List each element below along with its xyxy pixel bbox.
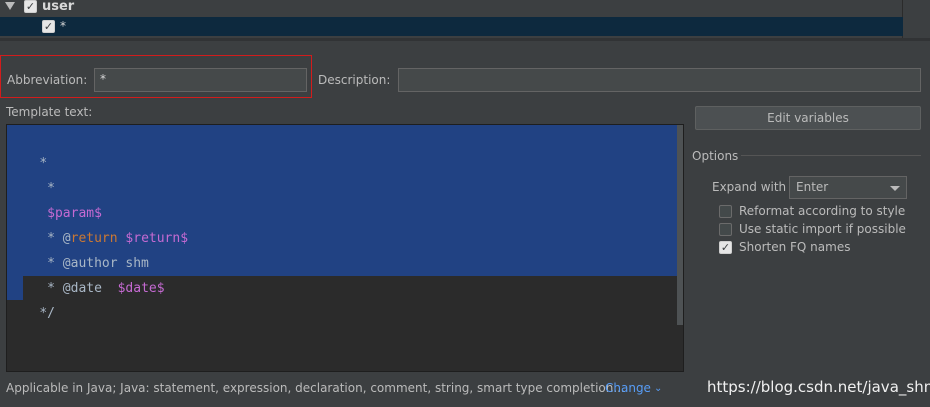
watermark: https://blog.csdn.net/java_shm (707, 378, 930, 396)
highlight-box (0, 55, 312, 98)
change-link[interactable]: Change (605, 381, 651, 395)
description-label: Description: (318, 73, 391, 87)
code-line: * (39, 181, 55, 196)
code-line: */ (39, 306, 55, 321)
options-separator (741, 155, 921, 156)
chevron-down-icon (890, 186, 900, 191)
shorten-fq-label: Shorten FQ names (739, 240, 851, 254)
expand-with-select[interactable]: Enter (789, 176, 907, 199)
code-line: * @return $return$ (39, 231, 189, 246)
shorten-fq-checkbox[interactable]: ✓ (719, 240, 732, 254)
reformat-checkbox[interactable] (719, 204, 732, 218)
chevron-down-icon[interactable]: ⌄ (654, 383, 662, 394)
expand-arrow-icon[interactable] (5, 2, 15, 10)
tree-group-user[interactable]: ✓ user (0, 0, 903, 16)
template-editor[interactable]: * * $param$ * @return $return$ * @author… (6, 124, 684, 372)
item-label: * (60, 19, 66, 33)
template-text-label: Template text: (6, 105, 93, 119)
shorten-fq-option[interactable]: ✓ Shorten FQ names (719, 239, 850, 255)
group-checkbox[interactable]: ✓ (24, 0, 37, 13)
divider (0, 38, 930, 41)
expand-with-value: Enter (796, 180, 829, 194)
editor-scrollbar[interactable] (677, 125, 683, 325)
static-import-option[interactable]: Use static import if possible (719, 221, 906, 237)
template-tree: ✓ user ✓ * (0, 0, 903, 38)
static-import-checkbox[interactable] (719, 222, 732, 236)
applicable-contexts: Applicable in Java; Java: statement, exp… (6, 381, 625, 395)
reformat-label: Reformat according to style (739, 204, 906, 218)
code-line: * (39, 156, 48, 171)
group-label: user (42, 0, 75, 14)
options-title: Options (692, 149, 739, 163)
static-import-label: Use static import if possible (739, 222, 906, 236)
reformat-option[interactable]: Reformat according to style (719, 203, 905, 219)
expand-with-label: Expand with (712, 180, 787, 194)
tree-scrollbar-area (903, 0, 930, 38)
code-line: $param$ (39, 206, 102, 221)
code-line: * @date $date$ (39, 281, 165, 296)
code-line: * @author shm (39, 256, 149, 271)
description-input[interactable] (398, 68, 921, 92)
edit-variables-button[interactable]: Edit variables (695, 106, 921, 130)
tree-item-selected[interactable]: ✓ * (0, 17, 903, 36)
item-checkbox[interactable]: ✓ (42, 20, 55, 33)
